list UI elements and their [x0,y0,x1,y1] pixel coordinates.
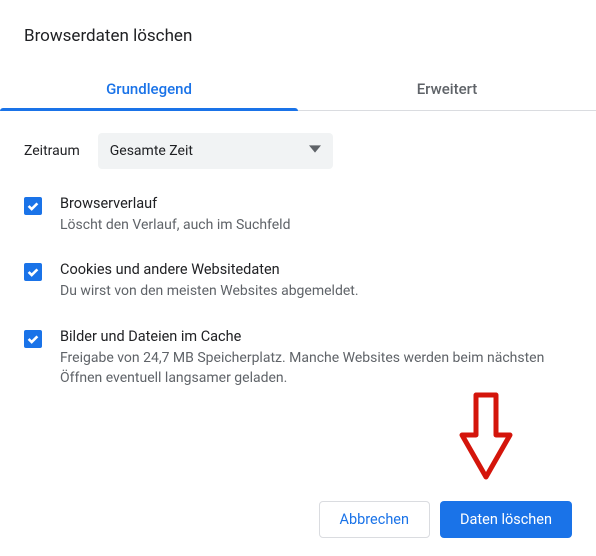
option-title: Cookies und andere Websitedaten [60,261,572,278]
option-desc: Du wirst von den meisten Websites abgeme… [60,281,572,301]
annotation-arrow-icon [458,391,514,481]
option-text: Bilder und Dateien im Cache Freigabe von… [60,328,572,389]
confirm-button[interactable]: Daten löschen [440,501,572,538]
dialog-body: Zeitraum Gesamte Zeit Browserverlauf Lös… [0,111,596,388]
option-row-cache: Bilder und Dateien im Cache Freigabe von… [24,328,572,389]
check-icon [26,265,40,279]
timerange-selected: Gesamte Zeit [110,143,193,159]
option-title: Bilder und Dateien im Cache [60,328,572,345]
dialog-footer: Abbrechen Daten löschen [0,483,596,556]
option-text: Browserverlauf Löscht den Verlauf, auch … [60,195,572,235]
option-title: Browserverlauf [60,195,572,212]
chevron-down-icon [309,143,321,159]
option-row-history: Browserverlauf Löscht den Verlauf, auch … [24,195,572,235]
timerange-dropdown[interactable]: Gesamte Zeit [98,133,333,169]
checkbox-cookies[interactable] [24,263,42,281]
clear-browsing-data-dialog: Browserdaten löschen Grundlegend Erweite… [0,0,596,556]
checkbox-history[interactable] [24,197,42,215]
tab-bar: Grundlegend Erweitert [0,68,596,111]
options-list: Browserverlauf Löscht den Verlauf, auch … [24,195,572,388]
checkbox-cache[interactable] [24,330,42,348]
cancel-button[interactable]: Abbrechen [319,501,430,538]
check-icon [26,332,40,346]
option-desc: Freigabe von 24,7 MB Speicherplatz. Manc… [60,348,572,389]
option-desc: Löscht den Verlauf, auch im Suchfeld [60,215,572,235]
timerange-label: Zeitraum [24,143,80,159]
option-row-cookies: Cookies und andere Websitedaten Du wirst… [24,261,572,301]
tab-advanced[interactable]: Erweitert [298,68,596,110]
option-text: Cookies und andere Websitedaten Du wirst… [60,261,572,301]
tab-basic[interactable]: Grundlegend [0,68,298,110]
dialog-title: Browserdaten löschen [0,0,596,46]
timerange-row: Zeitraum Gesamte Zeit [24,133,572,169]
check-icon [26,199,40,213]
